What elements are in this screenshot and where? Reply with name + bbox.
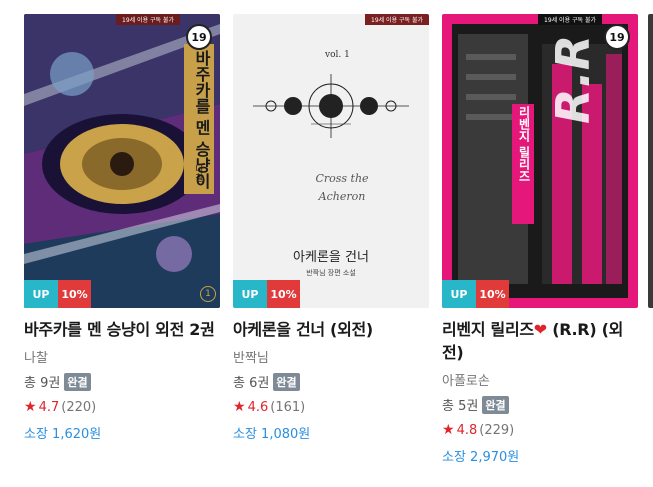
- book-title[interactable]: 리벤지 릴리즈❤ (R.R) (외전): [442, 318, 638, 364]
- book-author[interactable]: 나찰: [24, 347, 220, 366]
- rating-count: (161): [270, 399, 306, 415]
- book-title[interactable]: 바주카를 멘 승냥이 외전 2권: [24, 318, 220, 341]
- discount-badge: 10%: [476, 280, 509, 308]
- volume-info: 총 6권 완결: [233, 372, 429, 391]
- up-badge: UP: [233, 280, 267, 308]
- cover-vol: vol. 1: [325, 50, 350, 60]
- book-cover[interactable]: [648, 14, 653, 308]
- volume-info: 총 5권 완결: [442, 395, 638, 414]
- age-19-badge: 19: [186, 24, 212, 50]
- volume-info: 총 9권 완결: [24, 372, 220, 391]
- rating-score: 4.8: [456, 422, 478, 438]
- cover-ribbon: 19세 이용 구독 불가: [365, 14, 429, 25]
- promo-badge: UP 10%: [442, 280, 509, 308]
- up-badge: UP: [442, 280, 476, 308]
- discount-badge: 10%: [267, 280, 300, 308]
- book-card[interactable]: 바주카를 멘 승냥이 나찰 1 19세 이용 구독 불가 19 UP 10% 바…: [24, 14, 220, 442]
- rating-score: 4.6: [247, 399, 269, 415]
- book-cover[interactable]: 바주카를 멘 승냥이 나찰 1 19세 이용 구독 불가 19 UP 10%: [24, 14, 220, 308]
- cover-big-title: R.R: [546, 35, 600, 124]
- cover-art: [442, 14, 638, 308]
- book-card[interactable]: 19세 이용 구독 불가 vol. 1 Cross the Acheron 아케…: [233, 14, 429, 442]
- promo-badge: UP 10%: [24, 280, 91, 308]
- cover-script-title: Cross the Acheron: [315, 172, 369, 203]
- discount-badge: 10%: [58, 280, 91, 308]
- cover-title: 아케론을 건너: [293, 250, 369, 265]
- completed-badge: 완결: [64, 372, 91, 391]
- price: 소장 1,620원: [24, 427, 102, 442]
- price: 소장 2,970원: [442, 450, 520, 465]
- volume-count: 총 9권: [24, 376, 61, 391]
- completed-badge: 완결: [273, 372, 300, 391]
- age-19-badge: 19: [604, 24, 630, 50]
- cover-volume: 1: [200, 286, 216, 302]
- cover-author: 나찰: [193, 164, 203, 182]
- book-cover[interactable]: R.R 리벤지 릴리즈 19세 이용 구독 불가 19 UP 10%: [442, 14, 638, 308]
- volume-count: 총 6권: [233, 376, 270, 391]
- rating: ★ 4.7 (220): [24, 399, 220, 415]
- book-author[interactable]: 아폴로손: [442, 370, 638, 389]
- cover-author: 반짝님 장편 소설: [306, 269, 356, 277]
- rating-score: 4.7: [38, 399, 60, 415]
- volume-count: 총 5권: [442, 399, 479, 414]
- book-cover[interactable]: 19세 이용 구독 불가 vol. 1 Cross the Acheron 아케…: [233, 14, 429, 308]
- book-card-partial[interactable]: [648, 14, 653, 308]
- book-author[interactable]: 반짝님: [233, 347, 429, 366]
- rating-count: (229): [479, 422, 515, 438]
- rating-count: (220): [61, 399, 97, 415]
- cover-ribbon: 19세 이용 구독 불가: [116, 14, 180, 25]
- rating: ★ 4.8 (229): [442, 422, 638, 438]
- cover-title: 리벤지 릴리즈: [517, 106, 531, 183]
- cover-ribbon: 19세 이용 구독 불가: [538, 14, 602, 25]
- book-title[interactable]: 아케론을 건너 (외전): [233, 318, 429, 341]
- completed-badge: 완결: [482, 395, 509, 414]
- heart-icon: ❤: [533, 320, 547, 339]
- rating: ★ 4.6 (161): [233, 399, 429, 415]
- promo-badge: UP 10%: [233, 280, 300, 308]
- star-icon: ★: [24, 399, 37, 415]
- star-icon: ★: [442, 422, 455, 438]
- price: 소장 1,080원: [233, 427, 311, 442]
- up-badge: UP: [24, 280, 58, 308]
- book-title-text: 리벤지 릴리즈: [442, 320, 534, 339]
- star-icon: ★: [233, 399, 246, 415]
- book-card[interactable]: R.R 리벤지 릴리즈 19세 이용 구독 불가 19 UP 10% 리벤지 릴…: [442, 14, 638, 465]
